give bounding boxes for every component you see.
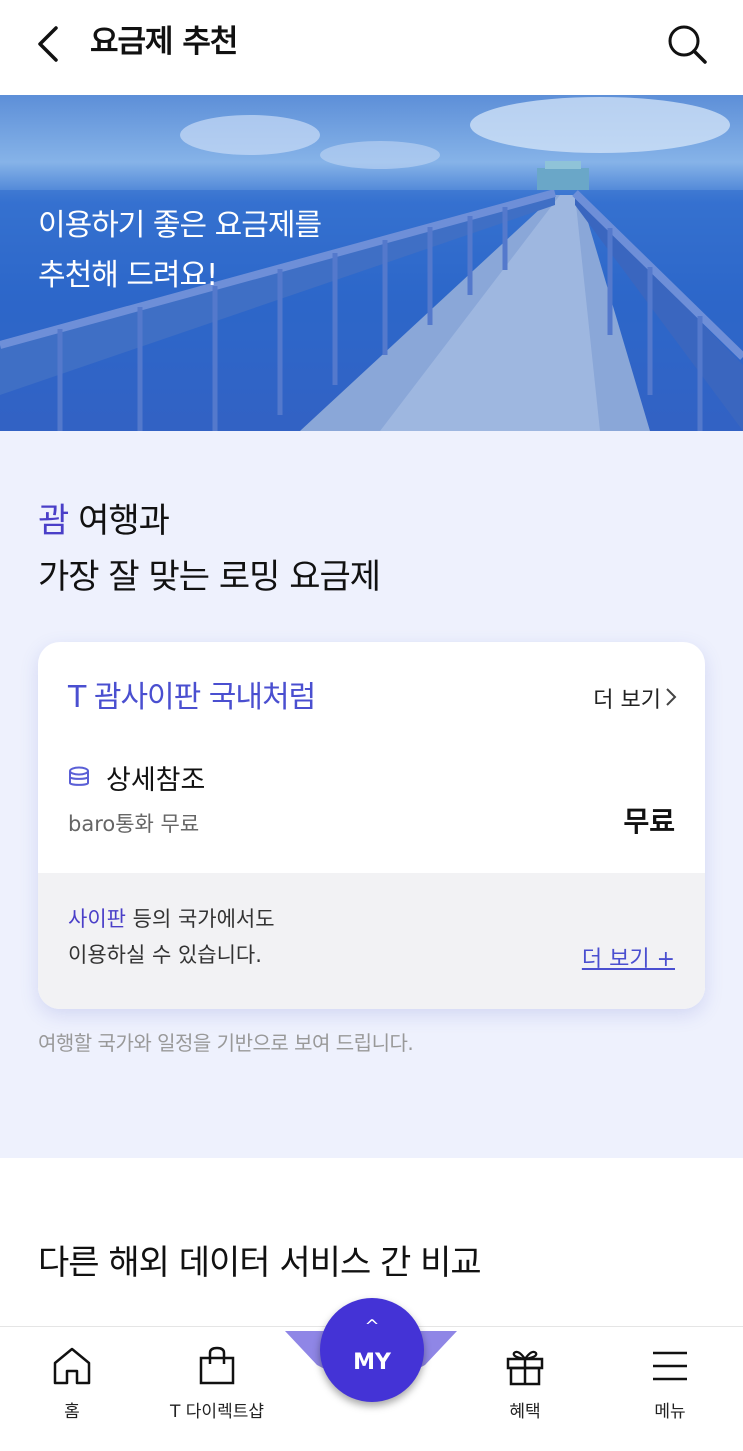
- nav-menu[interactable]: 메뉴: [600, 1345, 740, 1422]
- nav-direct-shop[interactable]: T 다이렉트샵: [147, 1345, 287, 1422]
- database-icon: [68, 766, 90, 788]
- nav-menu-label: 메뉴: [654, 1402, 686, 1422]
- nav-home-label: 홈: [64, 1402, 80, 1422]
- data-detail-label: 상세참조: [106, 765, 206, 796]
- nav-home[interactable]: 홈: [2, 1345, 142, 1422]
- chevron-up-icon: ^: [364, 1316, 380, 1337]
- coverage-line-1: 등의 국가에서도: [125, 907, 275, 931]
- search-icon[interactable]: [665, 22, 709, 66]
- plan-price: 무료: [623, 805, 675, 838]
- nav-benefits[interactable]: 혜택: [455, 1345, 595, 1422]
- heading-suffix: 여행과: [68, 501, 170, 541]
- plan-card[interactable]: T 괌사이판 국내처럼 더 보기 상세참조 baro통화 무료 무료 사이판 등…: [38, 642, 705, 1009]
- nav-benefits-label: 혜택: [509, 1402, 541, 1422]
- hero-line-1: 이용하기 좋은 요금제를: [38, 208, 322, 243]
- recommend-heading: 괌 여행과 가장 잘 맞는 로밍 요금제: [38, 493, 381, 605]
- recommend-note: 여행할 국가와 일정을 기반으로 보여 드립니다.: [38, 1031, 414, 1055]
- destination-name: 괌: [38, 501, 69, 541]
- coverage-more-link[interactable]: 더 보기 +: [582, 941, 675, 973]
- coverage-text: 사이판 등의 국가에서도 이용하실 수 있습니다.: [68, 901, 275, 973]
- my-button[interactable]: ^ MY: [320, 1298, 424, 1402]
- home-icon: [53, 1347, 91, 1385]
- hero-text: 이용하기 좋은 요금제를 추천해 드려요!: [38, 201, 322, 301]
- compare-section-title: 다른 해외 데이터 서비스 간 비교: [38, 1243, 482, 1283]
- app-header: 요금제 추천: [0, 0, 743, 95]
- page-title: 요금제 추천: [90, 24, 238, 60]
- shopping-bag-icon: [199, 1346, 235, 1385]
- gift-icon: [506, 1350, 544, 1386]
- coverage-line-2: 이용하실 수 있습니다.: [68, 943, 262, 967]
- hamburger-menu-icon: [653, 1351, 687, 1381]
- call-benefit-label: baro통화 무료: [68, 812, 200, 836]
- plan-more-link[interactable]: 더 보기: [593, 682, 677, 714]
- back-icon[interactable]: [30, 22, 70, 66]
- heading-line-2: 가장 잘 맞는 로밍 요금제: [38, 557, 381, 597]
- coverage-country: 사이판: [68, 907, 126, 931]
- my-label: MY: [353, 1350, 391, 1375]
- chevron-right-icon: [665, 687, 677, 713]
- recommend-section: 괌 여행과 가장 잘 맞는 로밍 요금제 T 괌사이판 국내처럼 더 보기 상세…: [0, 431, 743, 1158]
- plan-name: T 괌사이판 국내처럼: [68, 680, 316, 715]
- nav-direct-shop-label: T 다이렉트샵: [170, 1402, 264, 1422]
- hero-banner: 이용하기 좋은 요금제를 추천해 드려요!: [0, 95, 743, 431]
- plan-more-label: 더 보기: [593, 688, 661, 713]
- hero-line-2: 추천해 드려요!: [38, 258, 218, 293]
- plan-card-footer: 사이판 등의 국가에서도 이용하실 수 있습니다. 더 보기 +: [38, 873, 705, 1009]
